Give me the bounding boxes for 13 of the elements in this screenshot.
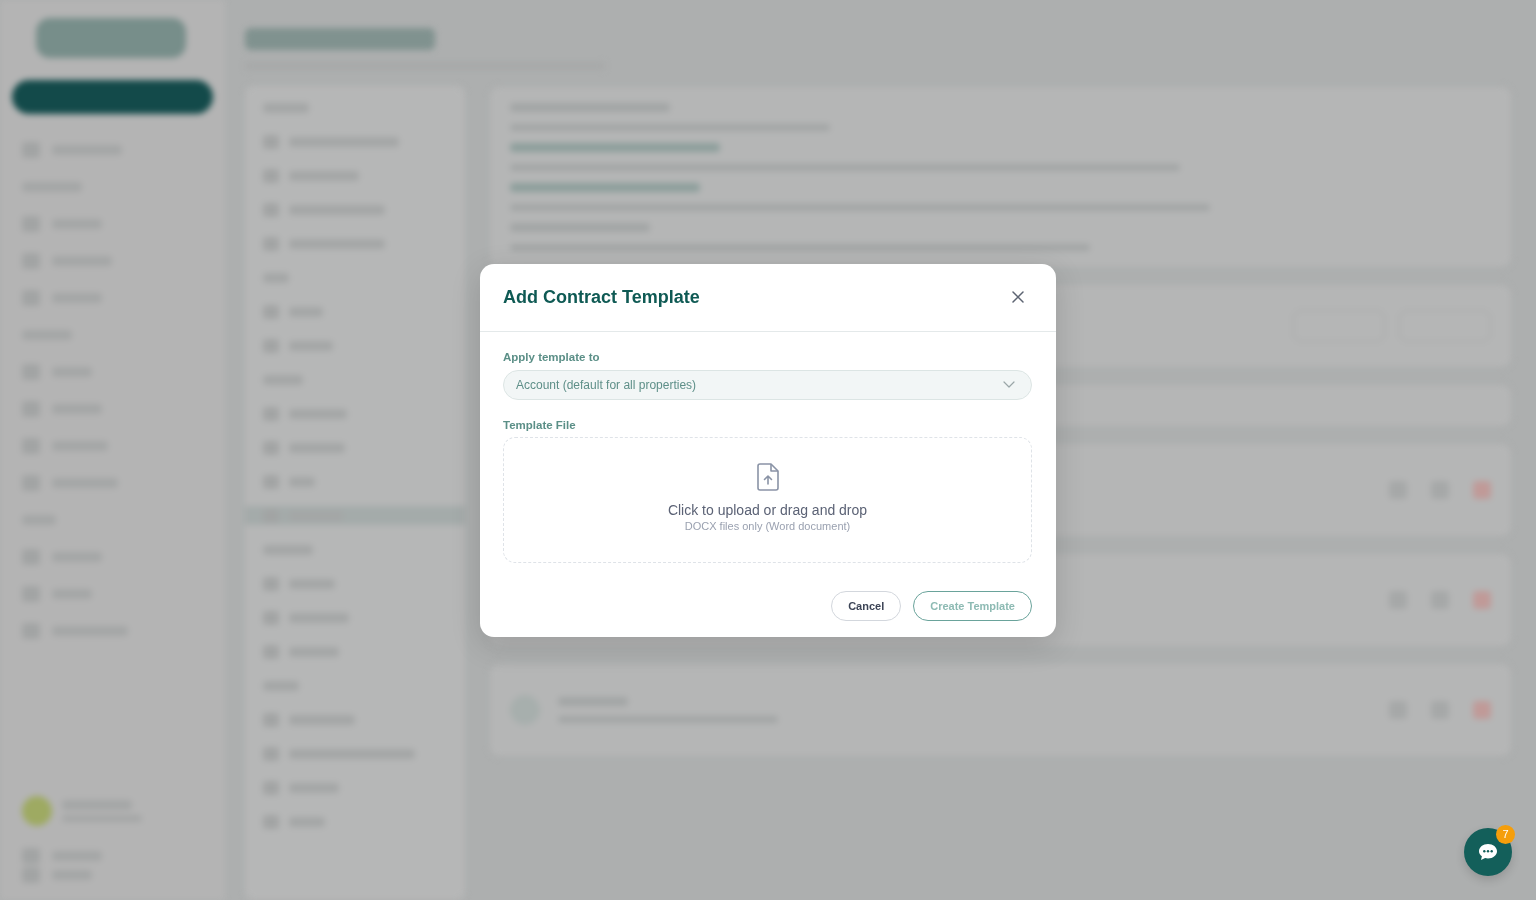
cancel-button[interactable]: Cancel bbox=[831, 590, 902, 621]
field-label: Apply template to bbox=[503, 349, 601, 364]
field-label: Template File bbox=[503, 417, 577, 432]
file-upload-icon bbox=[756, 462, 779, 491]
dialog-title: Add Contract Template bbox=[503, 286, 700, 308]
chevron-down-icon bbox=[1003, 381, 1015, 388]
chat-bubble-icon bbox=[1478, 843, 1498, 861]
apply-to-select[interactable]: Account (default for all properties) bbox=[503, 369, 1032, 400]
close-button[interactable] bbox=[1010, 289, 1026, 305]
file-drop-zone[interactable]: Click to upload or drag and drop DOCX files only (Word document) bbox=[503, 436, 1032, 563]
close-icon bbox=[1012, 291, 1024, 303]
upload-prompt: Click to upload or drag and drop bbox=[667, 500, 868, 519]
upload-hint: DOCX files only (Word document) bbox=[684, 518, 851, 533]
